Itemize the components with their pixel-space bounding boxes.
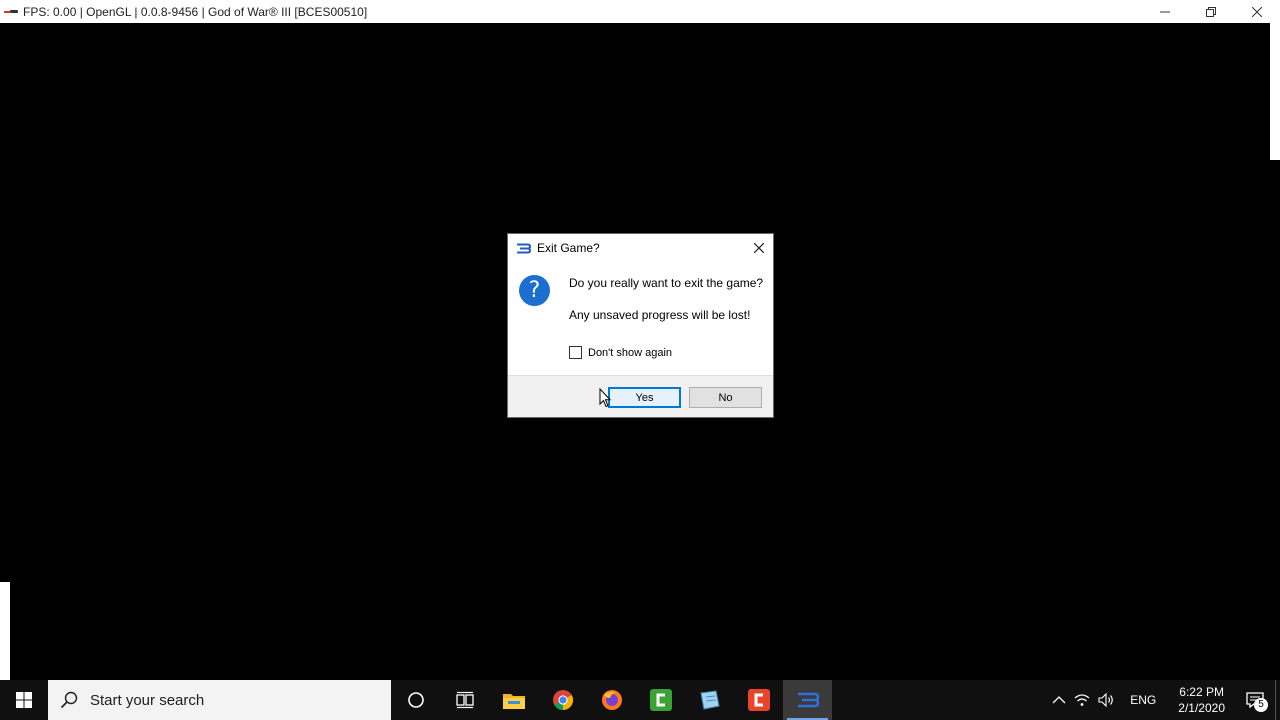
clock-date: 2/1/2020 (1178, 701, 1225, 715)
start-button[interactable] (0, 680, 48, 720)
chrome-button[interactable] (538, 680, 587, 720)
network-button[interactable] (1070, 680, 1094, 720)
task-view-icon (455, 691, 474, 709)
show-hidden-icons-button[interactable] (1048, 680, 1070, 720)
render-artifact (1270, 23, 1280, 160)
show-desktop-button[interactable] (1275, 680, 1280, 720)
dialog-button-bar: Yes No (508, 375, 773, 417)
restore-icon (1206, 6, 1216, 17)
rpcs3-taskbar-button[interactable] (783, 680, 832, 720)
search-placeholder[interactable]: Start your search (90, 692, 204, 709)
mouse-cursor-icon (599, 388, 611, 408)
clock-time: 6:22 PM (1179, 685, 1224, 699)
file-explorer-button[interactable] (489, 680, 538, 720)
restore-button[interactable] (1188, 0, 1234, 23)
notification-badge: 5 (1254, 698, 1268, 712)
notepad-icon (699, 690, 720, 710)
dialog-titlebar[interactable]: Exit Game? (508, 234, 773, 262)
firefox-button[interactable] (587, 680, 636, 720)
no-button[interactable]: No (689, 387, 762, 408)
search-icon (60, 691, 78, 709)
camtasia-button[interactable] (636, 680, 685, 720)
dialog-message: Do you really want to exit the game? (569, 276, 764, 290)
chevron-up-icon (1052, 696, 1066, 704)
system-tray: ENG 6:22 PM 2/1/2020 5 (1048, 680, 1280, 720)
question-icon: ? (519, 275, 550, 306)
firefox-icon (601, 690, 622, 710)
taskbar: Start your search ENG 6:22 PM 2/1/2020 5 (0, 680, 1280, 720)
close-icon (1252, 6, 1262, 17)
yes-button[interactable]: Yes (608, 387, 681, 408)
chrome-icon (552, 690, 573, 711)
taskbar-search-input[interactable]: Start your search (48, 680, 391, 720)
input-language[interactable]: ENG (1118, 693, 1168, 707)
clock[interactable]: 6:22 PM 2/1/2020 (1168, 684, 1235, 716)
window-controls (1142, 0, 1280, 23)
wifi-icon (1074, 694, 1090, 706)
dialog-title: Exit Game? (537, 241, 600, 255)
minimize-icon (1160, 11, 1170, 12)
exit-game-dialog: Exit Game? ? Do you really want to exit … (507, 233, 774, 418)
action-center-button[interactable]: 5 (1235, 680, 1275, 720)
file-explorer-icon (502, 694, 525, 709)
rpcs3-icon (797, 692, 819, 708)
dialog-detail: Any unsaved progress will be lost! (569, 308, 751, 322)
checkbox-label[interactable]: Don't show again (588, 347, 672, 359)
window-titlebar[interactable]: FPS: 0.00 | OpenGL | 0.0.8-9456 | God of… (0, 0, 1280, 23)
task-view-button[interactable] (440, 680, 489, 720)
rpcs3-icon (517, 243, 531, 253)
speaker-icon (1098, 693, 1114, 707)
minimize-button[interactable] (1142, 0, 1188, 23)
cortana-icon (407, 692, 424, 708)
dialog-close-button[interactable] (751, 240, 767, 256)
render-artifact (0, 582, 10, 680)
checkbox-box[interactable] (569, 346, 582, 359)
camtasia-icon (649, 689, 672, 711)
app-icon (4, 7, 18, 17)
dont-show-again-checkbox[interactable]: Don't show again (569, 346, 672, 359)
close-icon (754, 243, 764, 253)
close-window-button[interactable] (1234, 0, 1280, 23)
recorder-button[interactable] (734, 680, 783, 720)
notepad-button[interactable] (685, 680, 734, 720)
windows-logo-icon (16, 692, 32, 708)
window-title: FPS: 0.00 | OpenGL | 0.0.8-9456 | God of… (23, 4, 368, 19)
volume-button[interactable] (1094, 680, 1118, 720)
recorder-icon (747, 689, 770, 711)
cortana-button[interactable] (391, 680, 440, 720)
